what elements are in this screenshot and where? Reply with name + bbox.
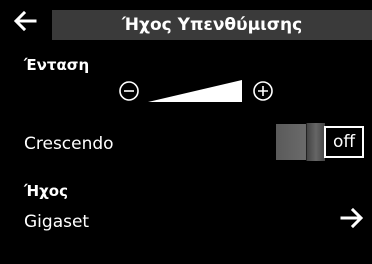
toggle-state-label: off	[324, 126, 364, 158]
plus-circle-icon	[252, 81, 274, 106]
minus-circle-icon	[118, 81, 140, 106]
volume-level-indicator[interactable]	[148, 78, 244, 108]
volume-increase-button[interactable]	[252, 80, 274, 102]
back-arrow-icon	[13, 10, 37, 36]
back-button[interactable]	[12, 10, 38, 36]
title-bar: Ήχος Υπενθύμισης	[0, 0, 372, 46]
volume-decrease-button[interactable]	[118, 80, 140, 102]
sound-select-button[interactable]	[338, 206, 366, 234]
forward-arrow-icon	[340, 207, 364, 233]
sound-value[interactable]: Gigaset	[24, 212, 89, 232]
toggle-knob[interactable]	[306, 123, 325, 161]
crescendo-label: Crescendo	[24, 134, 114, 154]
page-title: Ήχος Υπενθύμισης	[52, 10, 372, 40]
sound-label: Ήχος	[24, 182, 69, 200]
volume-control	[118, 76, 278, 106]
volume-label: Ένταση	[24, 56, 90, 74]
crescendo-toggle[interactable]: off	[276, 123, 366, 163]
